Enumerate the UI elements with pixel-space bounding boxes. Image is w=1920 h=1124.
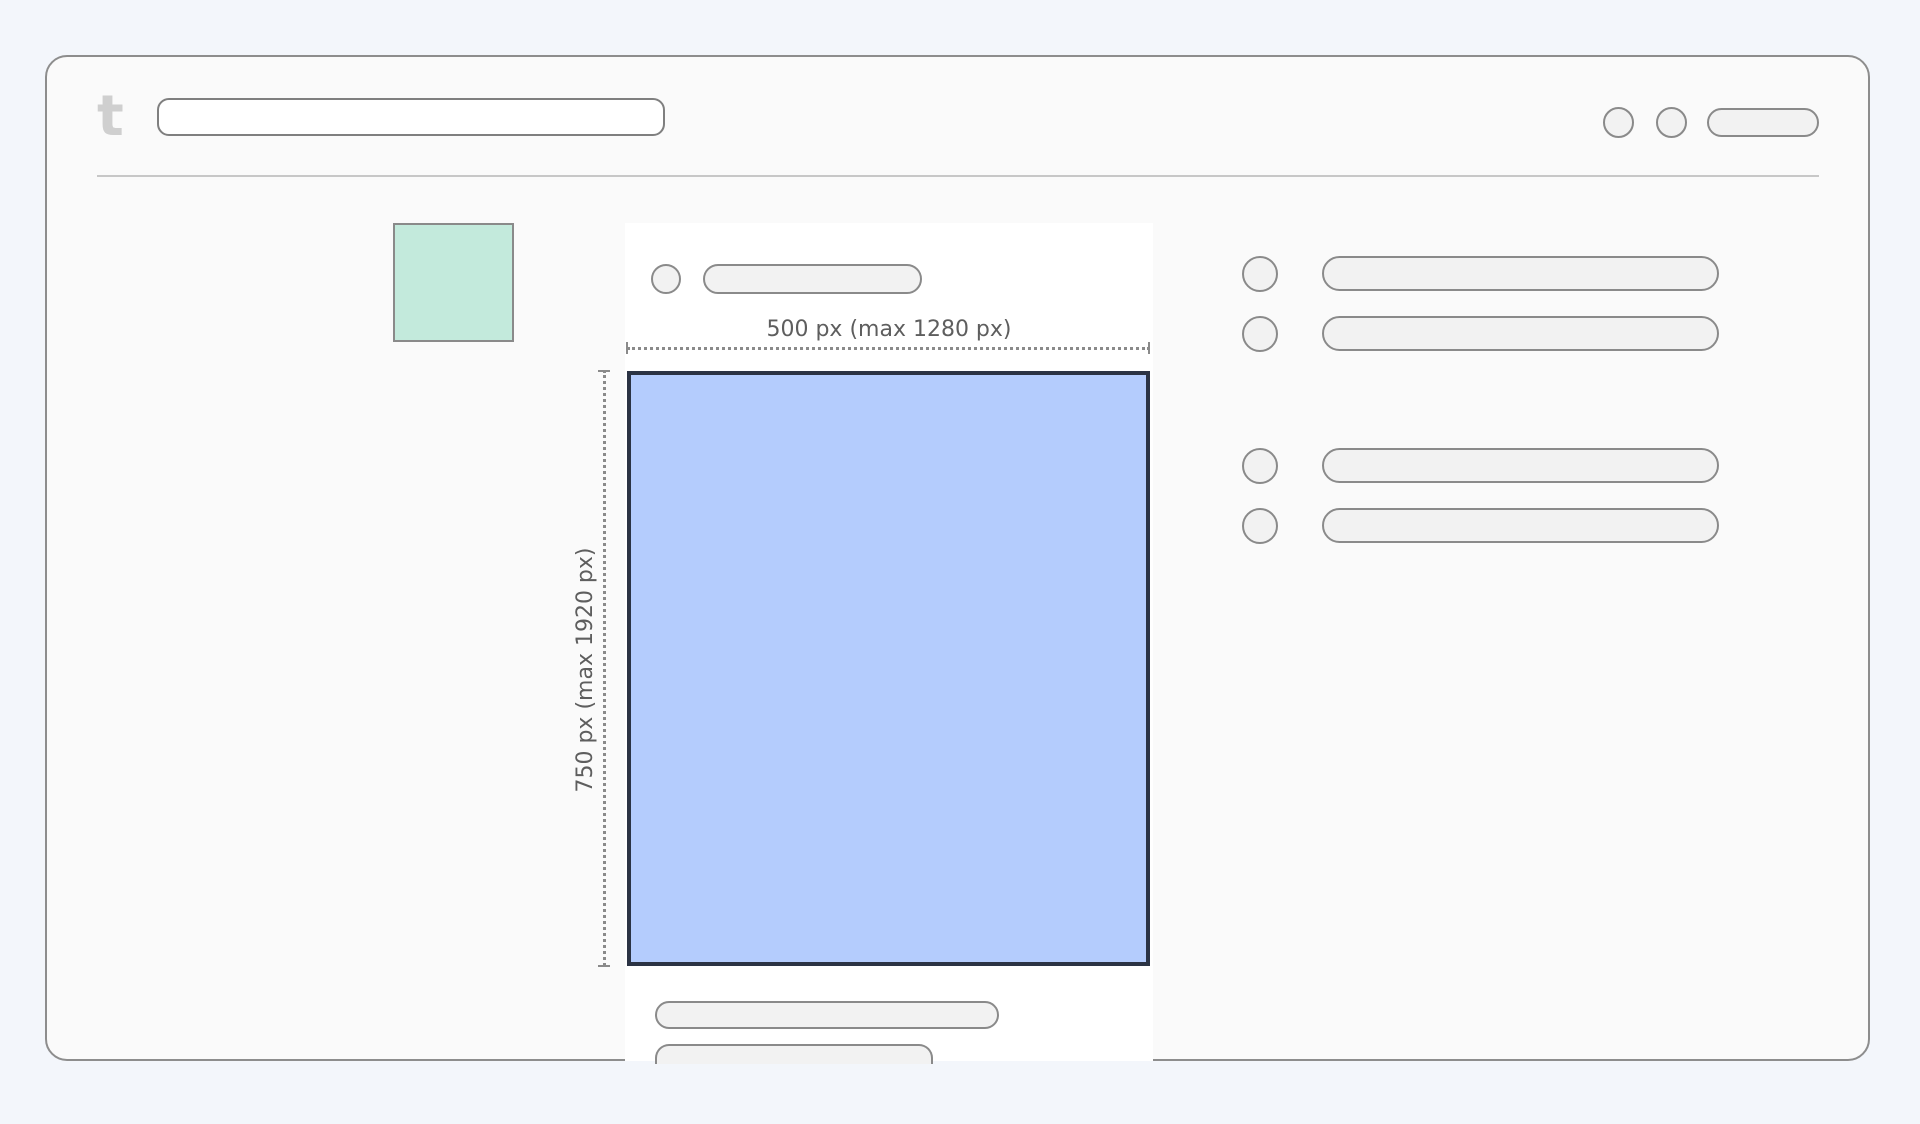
sidebar-item-placeholder[interactable]: [1322, 256, 1719, 291]
blog-avatar[interactable]: [393, 223, 514, 342]
tumblr-logo-icon[interactable]: t: [97, 87, 137, 147]
header-icon-placeholder[interactable]: [1603, 107, 1634, 138]
height-dimension-label: 750 px (max 1920 px): [573, 547, 598, 793]
search-bar-placeholder[interactable]: [157, 98, 665, 136]
post-caption-placeholder: [655, 1001, 999, 1029]
height-dimension-line: [603, 370, 606, 966]
header-divider: [97, 175, 1819, 177]
width-dimension-tick: [626, 342, 628, 354]
sidebar-avatar-placeholder[interactable]: [1242, 448, 1278, 484]
post-author-name-placeholder[interactable]: [703, 264, 922, 294]
header-icon-placeholder[interactable]: [1656, 107, 1687, 138]
width-dimension-label: 500 px (max 1280 px): [766, 317, 1012, 342]
header-button-placeholder[interactable]: [1707, 108, 1819, 137]
sidebar-avatar-placeholder[interactable]: [1242, 316, 1278, 352]
post-author-avatar[interactable]: [651, 264, 681, 294]
width-dimension-tick: [1148, 342, 1150, 354]
sidebar-item-placeholder[interactable]: [1322, 316, 1719, 351]
width-dimension-line: [627, 347, 1150, 350]
sidebar-item-placeholder[interactable]: [1322, 448, 1719, 483]
sidebar-avatar-placeholder[interactable]: [1242, 508, 1278, 544]
sidebar-avatar-placeholder[interactable]: [1242, 256, 1278, 292]
post-media-image[interactable]: [627, 371, 1150, 966]
post-caption-placeholder: [655, 1044, 933, 1064]
sidebar-item-placeholder[interactable]: [1322, 508, 1719, 543]
